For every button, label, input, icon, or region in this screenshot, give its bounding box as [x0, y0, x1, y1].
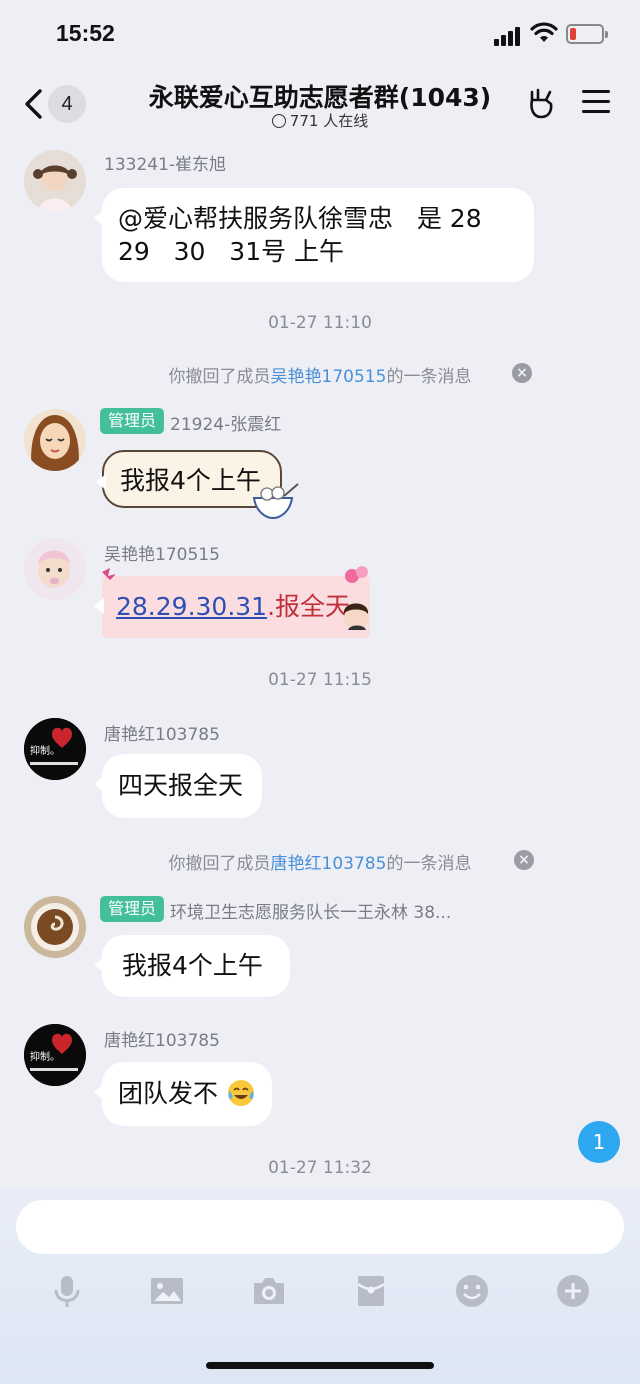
home-indicator[interactable]: [206, 1362, 434, 1369]
baby-avatar-image: [24, 538, 86, 600]
message-text: @爱心帮扶服务队徐雪忠 是 28: [118, 204, 482, 233]
signal-icon: [494, 26, 524, 46]
recalled-member-link[interactable]: 吴艳艳170515: [271, 367, 387, 387]
avatar-text: 抑制。: [30, 1050, 60, 1063]
message-bubble[interactable]: 四天报全天: [94, 754, 262, 818]
recall-text: 你撤回了成员: [168, 367, 271, 387]
message-bubble[interactable]: 团队发不: [94, 1062, 272, 1126]
group-title[interactable]: 永联爱心互助志愿者群(1043): [140, 78, 500, 114]
avatar[interactable]: 抑制。: [24, 718, 86, 780]
sender-name: 21924-张震红: [170, 415, 282, 435]
flower-bubble-decoration: [102, 566, 369, 630]
chevron-left-icon: [25, 89, 42, 119]
status-time: 15:52: [56, 20, 115, 46]
black-heart-avatar-image: 抑制。: [24, 1024, 86, 1086]
recall-text: 你撤回了成员: [168, 854, 271, 874]
online-icon: [271, 114, 286, 128]
sender-name: 吴艳艳170515: [104, 545, 220, 565]
recall-notice: 你撤回了成员唐艳红103785的一条消息: [0, 849, 640, 874]
status-bar: 15:52: [0, 0, 640, 64]
message-text: 29 30 31号 上午: [118, 237, 345, 266]
back-button[interactable]: 4: [22, 84, 92, 124]
wifi-icon: [530, 22, 558, 42]
timestamp: 01-27 11:15: [268, 670, 372, 690]
avatar[interactable]: [24, 538, 86, 600]
close-icon[interactable]: ×: [514, 850, 534, 870]
microphone-icon[interactable]: [50, 1274, 84, 1308]
plus-icon[interactable]: [556, 1274, 590, 1308]
timestamp: 01-27 11:32: [268, 1158, 372, 1178]
crying-laughing-emoji-icon: [227, 1080, 254, 1106]
sender-name: 唐艳红103785: [104, 725, 220, 745]
red-packet-icon[interactable]: [354, 1274, 388, 1308]
avatar-text: 抑制。: [30, 744, 60, 757]
cartoon-woman-avatar-image: [24, 409, 86, 471]
message-text: 我报4个上午: [120, 466, 261, 495]
new-message-count-badge[interactable]: 1: [578, 1121, 620, 1163]
hand-gesture-icon[interactable]: [524, 86, 558, 120]
recall-text: 的一条消息: [386, 367, 472, 387]
battery-icon: [566, 24, 608, 44]
image-icon[interactable]: [150, 1274, 184, 1308]
unread-count-badge: 4: [48, 85, 86, 123]
sender-name: 环境卫生志愿服务队长一王永林 38...: [170, 903, 452, 923]
message-text: 我报4个上午: [122, 951, 263, 980]
message-text: 团队发不: [118, 1079, 219, 1108]
message-text: 四天报全天: [118, 771, 244, 800]
avatar[interactable]: [24, 896, 86, 958]
black-heart-avatar-image: 抑制。: [24, 718, 86, 780]
avatar[interactable]: [24, 409, 86, 471]
input-area: [0, 1188, 640, 1384]
avatar[interactable]: [24, 150, 86, 212]
coffee-avatar-image: [24, 896, 86, 958]
child-avatar-image: [24, 150, 86, 212]
emoji-icon[interactable]: [455, 1274, 489, 1308]
message-input[interactable]: [16, 1200, 624, 1254]
recall-text: 的一条消息: [386, 854, 472, 874]
camera-icon[interactable]: [252, 1274, 286, 1308]
sender-name: 唐艳红103785: [104, 1031, 220, 1051]
online-count-text: 771 人在线: [289, 112, 369, 130]
sender-name: 133241-崔东旭: [104, 155, 227, 175]
recalled-member-link[interactable]: 唐艳红103785: [271, 854, 387, 874]
admin-badge: 管理员: [100, 896, 165, 922]
chat-header: 4 永联爱心互助志愿者群(1043) 771 人在线: [0, 64, 640, 138]
online-count: 771 人在线: [200, 110, 440, 131]
recall-notice: 你撤回了成员吴艳艳170515的一条消息: [0, 362, 640, 387]
rice-bowl-decoration: [252, 483, 299, 520]
admin-badge: 管理员: [100, 408, 165, 434]
menu-icon[interactable]: [582, 90, 610, 114]
message-bubble[interactable]: 我报4个上午: [94, 935, 290, 997]
timestamp: 01-27 11:10: [268, 313, 372, 333]
avatar[interactable]: 抑制。: [24, 1024, 86, 1086]
message-bubble[interactable]: @爱心帮扶服务队徐雪忠 是 28 29 30 31号 上午: [94, 188, 534, 282]
close-icon[interactable]: ×: [512, 363, 532, 383]
